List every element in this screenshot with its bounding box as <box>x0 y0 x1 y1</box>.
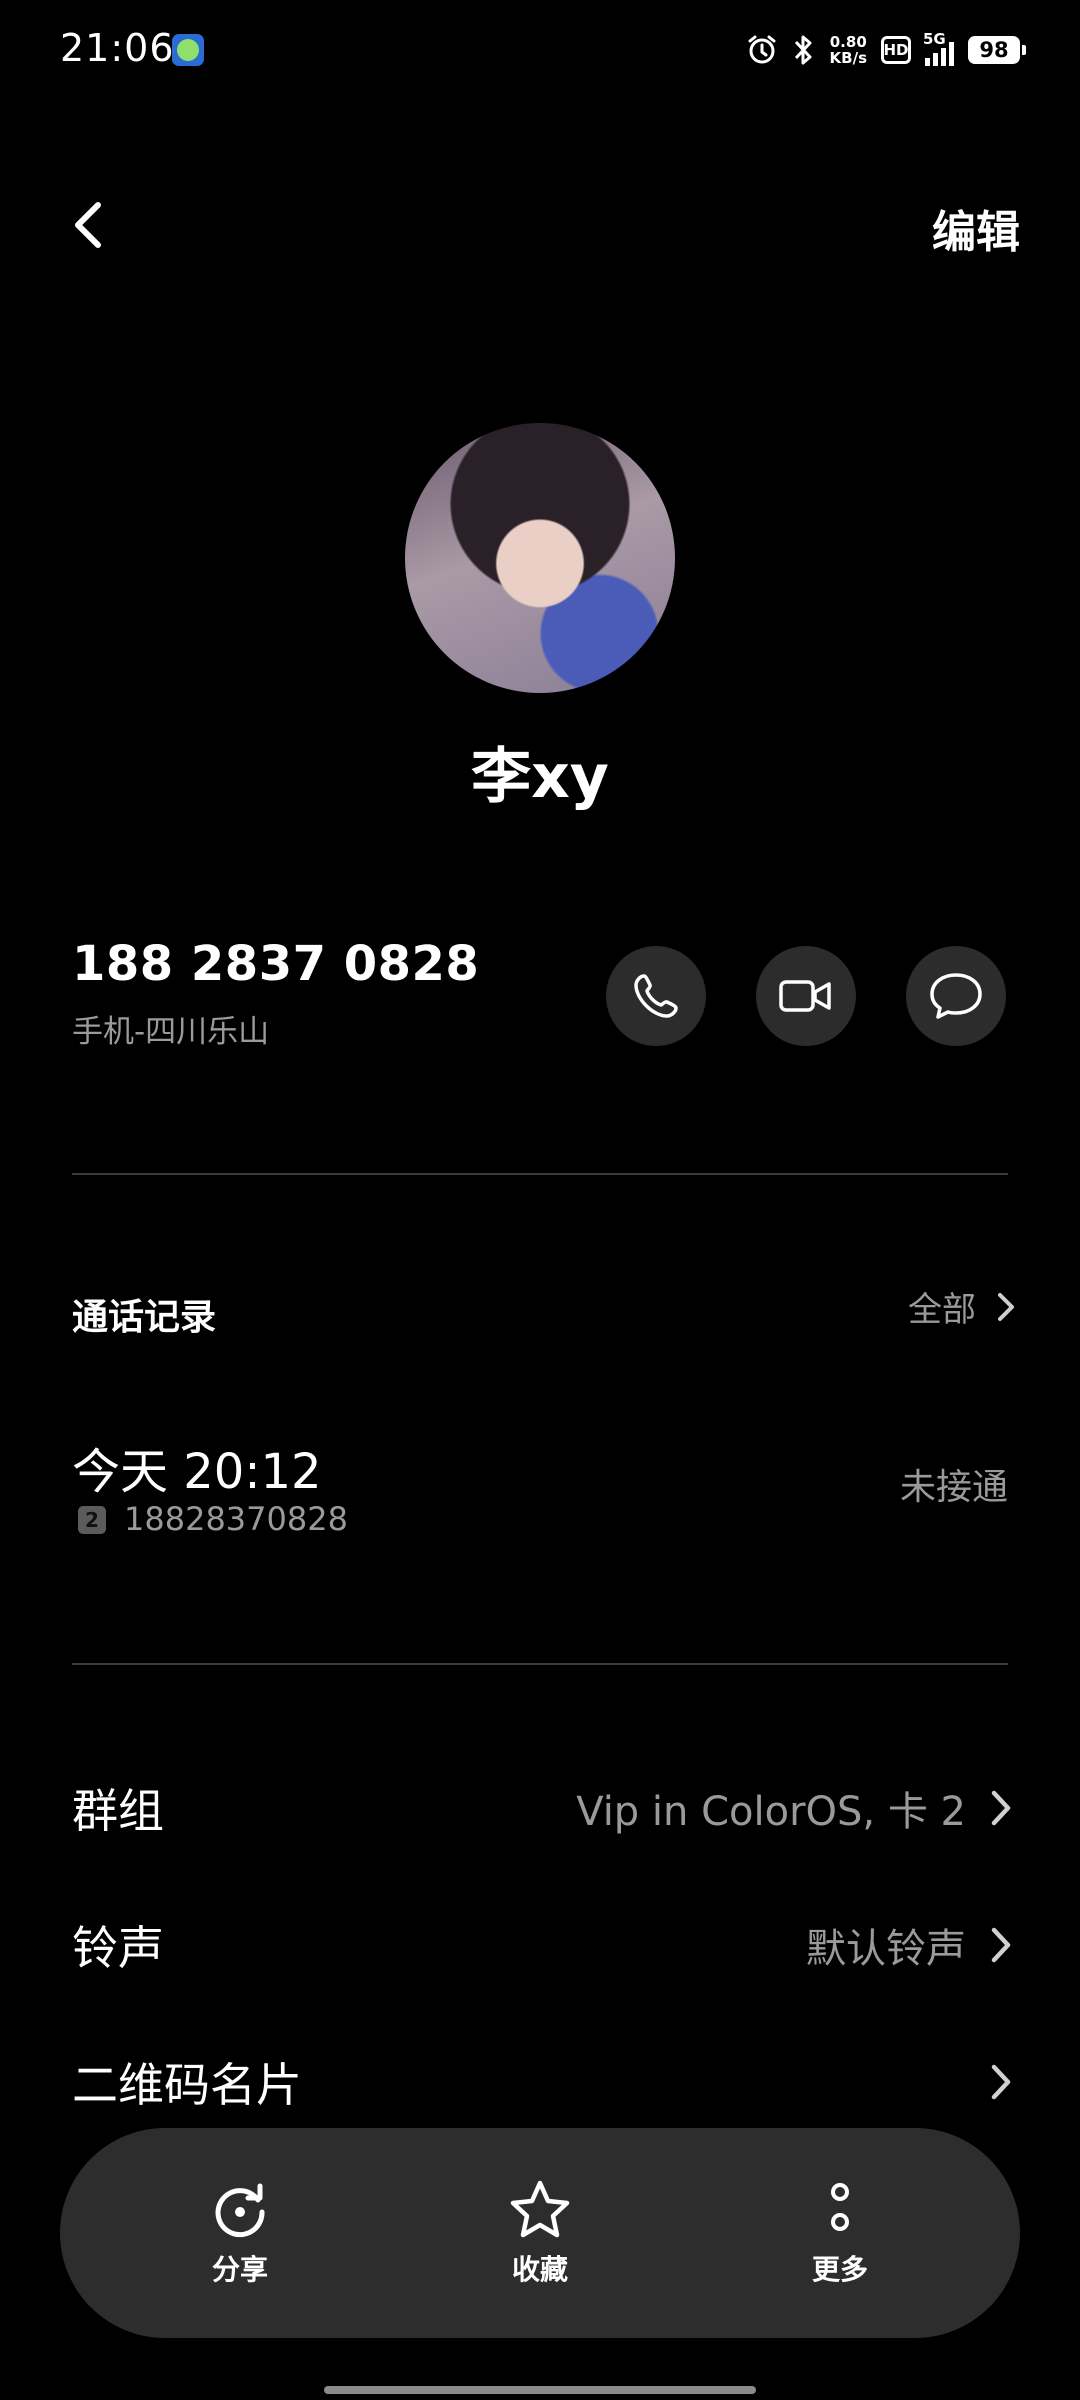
message-button[interactable] <box>906 946 1006 1046</box>
avatar[interactable] <box>405 423 675 693</box>
more-button[interactable]: 更多 <box>740 2128 940 2338</box>
alarm-icon <box>746 34 778 66</box>
call-button[interactable] <box>606 946 706 1046</box>
edit-button[interactable]: 编辑 <box>932 196 1020 260</box>
bottom-action-bar: 分享 收藏 更多 <box>60 2128 1020 2338</box>
status-icons: 0.80 KB/s HD 5G 98 <box>746 28 1026 72</box>
network-speed-unit: KB/s <box>829 49 867 67</box>
ringtone-value: 默认铃声 <box>806 1926 966 1972</box>
app-notification-icon <box>172 34 204 66</box>
share-refresh-icon <box>215 2183 265 2238</box>
phone-label: 手机-四川乐山 <box>72 1014 270 1050</box>
battery-indicator: 98 <box>968 36 1026 64</box>
contact-name: 李xy <box>471 742 609 812</box>
home-indicator[interactable] <box>324 2386 756 2394</box>
ringtone-label: 铃声 <box>72 1921 164 1975</box>
qr-card-row[interactable]: 二维码名片 <box>72 2047 1012 2117</box>
chevron-right-icon <box>998 1292 1014 1321</box>
phone-icon <box>634 974 678 1018</box>
star-icon <box>510 2180 570 2238</box>
network-speed-value: 0.80 <box>829 33 867 51</box>
hd-badge: HD <box>881 36 911 64</box>
signal-icon: 5G <box>923 30 954 66</box>
call-log-title: 通话记录 <box>72 1297 217 1338</box>
qr-card-label: 二维码名片 <box>72 2058 302 2112</box>
vertical-dots-icon <box>831 2183 849 2231</box>
divider <box>72 1663 1008 1665</box>
bluetooth-icon <box>792 33 816 67</box>
favorite-button[interactable]: 收藏 <box>440 2128 640 2338</box>
chevron-right-icon <box>991 2064 1011 2100</box>
call-log-number: 18828370828 <box>124 1500 348 1538</box>
divider <box>72 1173 1008 1175</box>
video-camera-icon <box>779 980 831 1012</box>
sim-badge: 2 <box>78 1506 106 1534</box>
chat-bubble-icon <box>930 973 982 1019</box>
call-log-time[interactable]: 今天 20:12 <box>72 1432 322 1502</box>
network-type: 5G <box>923 30 946 48</box>
call-log-status: 未接通 <box>899 1467 1008 1508</box>
status-time: 21:06 <box>60 26 175 70</box>
phone-number[interactable]: 188 2837 0828 <box>72 936 479 992</box>
ringtone-row[interactable]: 铃声 默认铃声 <box>72 1910 1012 1980</box>
network-speed: 0.80 KB/s <box>830 34 867 66</box>
group-value: Vip in ColorOS, 卡 2 <box>576 1789 966 1835</box>
call-log-all-label: 全部 <box>908 1290 976 1330</box>
call-log-all-button[interactable]: 全部 <box>908 1282 1016 1331</box>
share-button[interactable]: 分享 <box>140 2128 340 2338</box>
more-label: 更多 <box>811 2253 868 2286</box>
chevron-right-icon <box>991 1790 1011 1826</box>
video-call-button[interactable] <box>756 946 856 1046</box>
back-button[interactable] <box>58 190 118 260</box>
share-label: 分享 <box>211 2253 268 2286</box>
chevron-right-icon <box>991 1927 1011 1963</box>
group-label: 群组 <box>72 1784 164 1838</box>
group-row[interactable]: 群组 Vip in ColorOS, 卡 2 <box>72 1773 1012 1843</box>
chevron-left-icon <box>75 202 101 248</box>
favorite-label: 收藏 <box>511 2253 568 2286</box>
